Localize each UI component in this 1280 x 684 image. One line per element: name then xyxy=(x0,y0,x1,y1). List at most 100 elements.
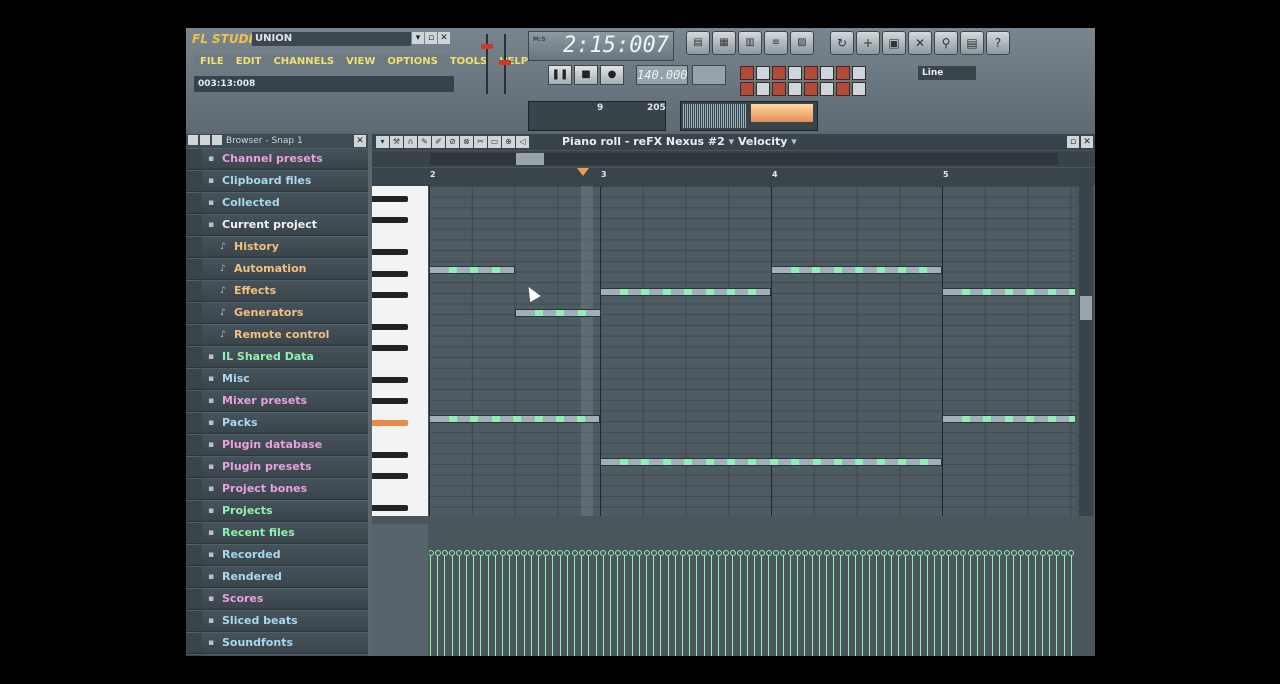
velocity-handle[interactable] xyxy=(809,550,816,556)
velocity-bar[interactable] xyxy=(1056,556,1058,656)
browser-item[interactable]: ▪ IL Shared Data xyxy=(186,347,368,368)
velocity-bar[interactable] xyxy=(898,556,899,656)
browser-item[interactable]: ♪ Automation xyxy=(186,259,368,280)
master-volume-fader[interactable] xyxy=(486,34,488,94)
velocity-bar[interactable] xyxy=(696,556,698,656)
vertical-scrollbar[interactable] xyxy=(1079,168,1093,516)
browser-item[interactable]: ▪ Rendered xyxy=(186,567,368,588)
velocity-bar[interactable] xyxy=(826,556,827,656)
velocity-bar[interactable] xyxy=(624,556,626,656)
velocity-handle[interactable] xyxy=(722,550,729,556)
velocity-bar[interactable] xyxy=(538,556,539,656)
velocity-handle[interactable] xyxy=(888,550,895,556)
velocity-bar[interactable] xyxy=(876,556,878,656)
mute-icon[interactable]: ⊗ xyxy=(460,136,473,148)
velocity-handle[interactable] xyxy=(881,550,888,556)
velocity-handle[interactable] xyxy=(542,550,549,556)
pattern-selector[interactable] xyxy=(692,65,726,85)
velocity-handle[interactable] xyxy=(917,550,924,556)
velocity-bar[interactable] xyxy=(905,556,907,656)
velocity-handle[interactable] xyxy=(650,550,657,556)
velocity-handle[interactable] xyxy=(643,550,650,556)
velocity-bar[interactable] xyxy=(473,556,475,656)
velocity-editor[interactable] xyxy=(429,524,1075,656)
velocity-handle[interactable] xyxy=(715,550,722,556)
velocity-bar[interactable] xyxy=(444,556,446,656)
velocity-handle[interactable] xyxy=(1032,550,1039,556)
velocity-handle[interactable] xyxy=(686,550,693,556)
pause-button[interactable]: ❚❚ xyxy=(548,65,572,85)
playback-icon[interactable]: ◁ xyxy=(516,136,529,148)
velocity-handle[interactable] xyxy=(672,550,679,556)
velocity-handle[interactable] xyxy=(1046,550,1053,556)
velocity-handle[interactable] xyxy=(1053,550,1060,556)
velocity-bar[interactable] xyxy=(862,556,863,656)
browser-settings-icon[interactable] xyxy=(212,135,222,145)
velocity-handle[interactable] xyxy=(564,550,571,556)
browser-item[interactable]: ♪ Remote control xyxy=(186,325,368,346)
playlist-icon[interactable]: ▤ xyxy=(686,31,710,55)
browser-item[interactable]: ▪ Project bones xyxy=(186,479,368,500)
velocity-handle[interactable] xyxy=(729,550,736,556)
playhead-marker[interactable] xyxy=(577,168,589,176)
velocity-handle[interactable] xyxy=(485,550,492,556)
channel-rack-icon[interactable]: ≡ xyxy=(764,31,788,55)
browser-item[interactable]: ▪ Recorded xyxy=(186,545,368,566)
black-key[interactable] xyxy=(372,217,408,223)
black-key[interactable] xyxy=(372,473,408,479)
velocity-bar[interactable] xyxy=(1049,556,1051,656)
velocity-handle[interactable] xyxy=(830,550,837,556)
velocity-handle[interactable] xyxy=(866,550,873,556)
piano-roll-close-button[interactable]: ✕ xyxy=(1081,136,1093,148)
velocity-handle[interactable] xyxy=(535,550,542,556)
velocity-handle[interactable] xyxy=(967,550,974,556)
velocity-handle[interactable] xyxy=(981,550,988,556)
note-grid[interactable] xyxy=(429,186,1075,516)
velocity-bar[interactable] xyxy=(761,556,763,656)
velocity-handle[interactable] xyxy=(600,550,607,556)
velocity-handle[interactable] xyxy=(470,550,477,556)
wait-toggle[interactable] xyxy=(756,66,770,80)
velocity-handle[interactable] xyxy=(960,550,967,556)
velocity-handle[interactable] xyxy=(708,550,715,556)
velocity-bar[interactable] xyxy=(833,556,835,656)
scroll-toggle[interactable] xyxy=(756,82,770,96)
tempo-display[interactable]: 140.000 xyxy=(636,65,688,85)
velocity-bar[interactable] xyxy=(466,556,467,656)
velocity-bar[interactable] xyxy=(1070,556,1072,656)
velocity-handle[interactable] xyxy=(557,550,564,556)
velocity-handle[interactable] xyxy=(945,550,952,556)
pitch-knob[interactable] xyxy=(499,60,511,65)
blend-toggle[interactable] xyxy=(788,66,802,80)
menu-item-options[interactable]: OPTIONS xyxy=(381,54,443,70)
zoom-icon[interactable]: ⊕ xyxy=(502,136,515,148)
velocity-handle[interactable] xyxy=(1017,550,1024,556)
velocity-bar[interactable] xyxy=(1063,556,1065,656)
browser-item[interactable]: ♪ History xyxy=(186,237,368,258)
velocity-handle[interactable] xyxy=(845,550,852,556)
step-edit-toggle[interactable] xyxy=(820,66,834,80)
snap-selector[interactable]: Line xyxy=(918,66,976,80)
event-target[interactable]: Velocity xyxy=(738,135,787,148)
velocity-handle[interactable] xyxy=(909,550,916,556)
velocity-bar[interactable] xyxy=(667,556,669,656)
velocity-bar[interactable] xyxy=(948,556,950,656)
velocity-handle[interactable] xyxy=(902,550,909,556)
velocity-bar[interactable] xyxy=(775,556,777,656)
velocity-handle[interactable] xyxy=(1068,550,1075,556)
velocity-bar[interactable] xyxy=(991,556,993,656)
velocity-bar[interactable] xyxy=(811,556,813,656)
pencil-icon[interactable]: ✎ xyxy=(418,136,431,148)
velocity-bar[interactable] xyxy=(516,556,518,656)
velocity-bar[interactable] xyxy=(581,556,583,656)
piano-keyboard[interactable] xyxy=(372,186,428,516)
black-key[interactable] xyxy=(372,292,408,298)
velocity-bar[interactable] xyxy=(552,556,554,656)
velocity-handle[interactable] xyxy=(773,550,780,556)
velocity-handle[interactable] xyxy=(621,550,628,556)
velocity-bar[interactable] xyxy=(790,556,791,656)
velocity-handle[interactable] xyxy=(693,550,700,556)
wrench-icon[interactable]: ⚒ xyxy=(390,136,403,148)
browser-item[interactable]: ▪ Plugin database xyxy=(186,435,368,456)
velocity-bar[interactable] xyxy=(883,556,885,656)
